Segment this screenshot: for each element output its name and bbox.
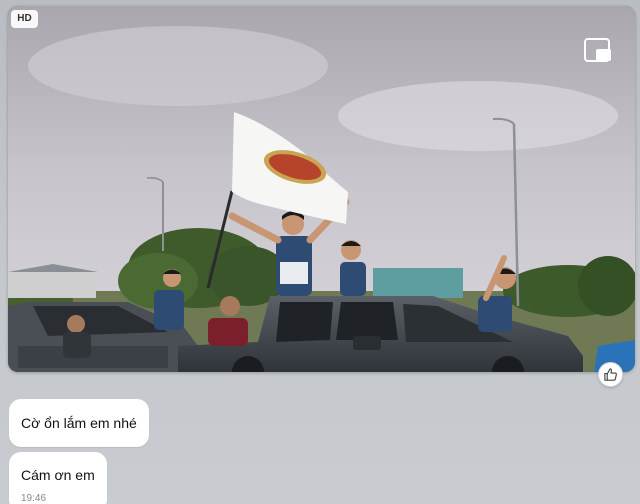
message-bubble[interactable]: Cờ ổn lắm em nhé [9,399,149,447]
message-time: 19:46 [21,493,47,504]
message-text: Cờ ổn lắm em nhé [21,415,137,431]
thumbs-up-icon [604,368,617,381]
picture-in-picture-icon[interactable] [583,36,613,66]
hd-badge: HD [11,10,38,28]
message-text: Cám ơn em [21,467,95,483]
photo [8,6,635,372]
reaction-button[interactable] [598,362,623,387]
image-message[interactable]: HD [8,6,635,372]
message-bubble[interactable]: Cám ơn em 19:46 [9,452,107,504]
